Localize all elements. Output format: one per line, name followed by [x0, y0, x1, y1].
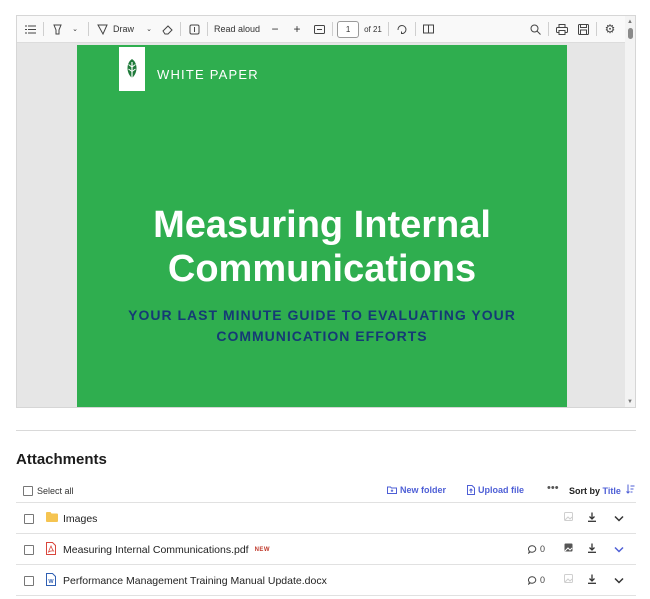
new-folder-icon — [387, 486, 397, 494]
file-name[interactable]: Performance Management Training Manual U… — [63, 575, 327, 587]
gear-icon[interactable]: ⚙ — [603, 19, 617, 39]
read-aloud-button[interactable]: Read aloud — [214, 19, 260, 39]
new-badge: NEW — [254, 547, 271, 554]
file-name[interactable]: Images — [63, 513, 97, 525]
toolbar-separator — [596, 22, 597, 36]
svg-text:W: W — [48, 579, 54, 585]
attachments-heading: Attachments — [16, 451, 107, 468]
chevron-down-icon[interactable] — [614, 544, 624, 556]
document-subtitle: YOUR LAST MINUTE GUIDE TO EVALUATING YOU… — [77, 305, 567, 347]
preview-image-icon — [564, 574, 573, 586]
scroll-thumb[interactable] — [628, 28, 633, 39]
row-checkbox[interactable] — [24, 514, 34, 524]
comments-count-value: 0 — [540, 575, 546, 585]
save-icon[interactable] — [576, 19, 590, 39]
scroll-up-arrow-icon[interactable]: ▲ — [627, 19, 633, 25]
preview-image-icon[interactable] — [564, 543, 573, 555]
comments-count-value: 0 — [540, 544, 546, 554]
comment-icon — [528, 575, 537, 585]
attachments-toolbar: Select all New folder Upload file ••• So… — [16, 481, 636, 503]
comments-count[interactable]: 0 — [528, 544, 545, 554]
text-box-icon[interactable] — [187, 19, 201, 39]
new-folder-label: New folder — [400, 485, 447, 495]
upload-file-button[interactable]: Upload file — [467, 485, 524, 495]
sort-by-prefix: Sort by — [569, 486, 601, 496]
toolbar-separator — [414, 22, 416, 36]
leaf-logo-icon — [119, 47, 145, 91]
toolbar-separator — [332, 22, 334, 36]
download-icon[interactable] — [587, 574, 597, 587]
pdf-toolbar: ⌄ Draw ⌄ Read aloud − + 1 of 21 ⚙ — [17, 16, 635, 43]
list-item[interactable]: Images — [16, 503, 636, 534]
toolbar-separator — [387, 22, 389, 36]
select-all-checkbox[interactable] — [23, 486, 33, 496]
document-badge: WHITE PAPER — [157, 67, 259, 82]
select-all-label[interactable]: Select all — [37, 486, 74, 496]
section-divider — [16, 430, 636, 431]
chevron-down-icon[interactable]: ⌄ — [142, 19, 156, 39]
pdf-page: WHITE PAPER Measuring Internal Communica… — [77, 45, 567, 407]
word-file-icon: W — [46, 573, 56, 589]
rotate-icon[interactable] — [395, 19, 409, 39]
sort-by-control[interactable]: Sort by Title — [569, 486, 621, 496]
toolbar-separator — [207, 22, 209, 36]
toolbar-separator — [43, 22, 44, 36]
chevron-down-icon[interactable]: ⌄ — [68, 19, 82, 39]
list-item[interactable]: Measuring Internal Communications.pdf NEW… — [16, 534, 636, 565]
list-item[interactable]: W Performance Management Training Manual… — [16, 565, 636, 596]
draw-icon[interactable] — [95, 19, 109, 39]
more-options-icon[interactable]: ••• — [547, 482, 559, 494]
search-icon[interactable] — [528, 19, 542, 39]
document-title: Measuring Internal Communications — [77, 203, 567, 291]
download-icon[interactable] — [587, 512, 597, 525]
new-folder-button[interactable]: New folder — [387, 485, 446, 495]
toolbar-separator — [548, 22, 549, 36]
upload-file-icon — [467, 485, 475, 495]
document-subtitle-line: COMMUNICATION EFFORTS — [216, 328, 428, 344]
pdf-viewer: ⌄ Draw ⌄ Read aloud − + 1 of 21 ⚙ ▲ ▼ WH… — [16, 15, 636, 408]
row-checkbox[interactable] — [24, 545, 34, 555]
page-view-icon[interactable] — [422, 19, 436, 39]
file-name-text: Measuring Internal Communications.pdf — [63, 544, 249, 556]
toolbar-separator — [180, 22, 182, 36]
sort-order-icon[interactable] — [626, 484, 635, 496]
folder-icon — [46, 512, 58, 525]
print-icon[interactable] — [555, 19, 569, 39]
fit-page-icon[interactable] — [312, 19, 326, 39]
scroll-down-arrow-icon[interactable]: ▼ — [627, 399, 633, 405]
zoom-out-icon[interactable]: − — [268, 19, 282, 39]
zoom-in-icon[interactable]: + — [290, 19, 304, 39]
chevron-down-icon[interactable] — [614, 513, 624, 525]
download-icon[interactable] — [587, 543, 597, 556]
eraser-icon[interactable] — [160, 19, 174, 39]
sort-by-field: Title — [602, 486, 621, 496]
page-number-input[interactable]: 1 — [337, 20, 360, 38]
document-title-line: Communications — [167, 248, 477, 290]
comment-icon — [528, 544, 537, 554]
contents-icon[interactable] — [23, 19, 37, 39]
viewer-scrollbar[interactable]: ▲ ▼ — [625, 16, 635, 407]
upload-file-label: Upload file — [478, 485, 525, 495]
toolbar-separator — [88, 22, 89, 36]
highlight-icon[interactable] — [50, 19, 64, 39]
draw-button[interactable]: Draw — [113, 19, 134, 39]
file-name[interactable]: Measuring Internal Communications.pdf NEW — [63, 544, 270, 556]
preview-image-icon — [564, 512, 573, 524]
pdf-file-icon — [46, 542, 56, 558]
row-checkbox[interactable] — [24, 576, 34, 586]
comments-count[interactable]: 0 — [528, 575, 545, 585]
document-subtitle-line: YOUR LAST MINUTE GUIDE TO EVALUATING YOU… — [128, 307, 516, 323]
page-total: of 21 — [364, 24, 382, 34]
chevron-down-icon[interactable] — [614, 575, 624, 587]
document-title-line: Measuring Internal — [153, 204, 491, 246]
